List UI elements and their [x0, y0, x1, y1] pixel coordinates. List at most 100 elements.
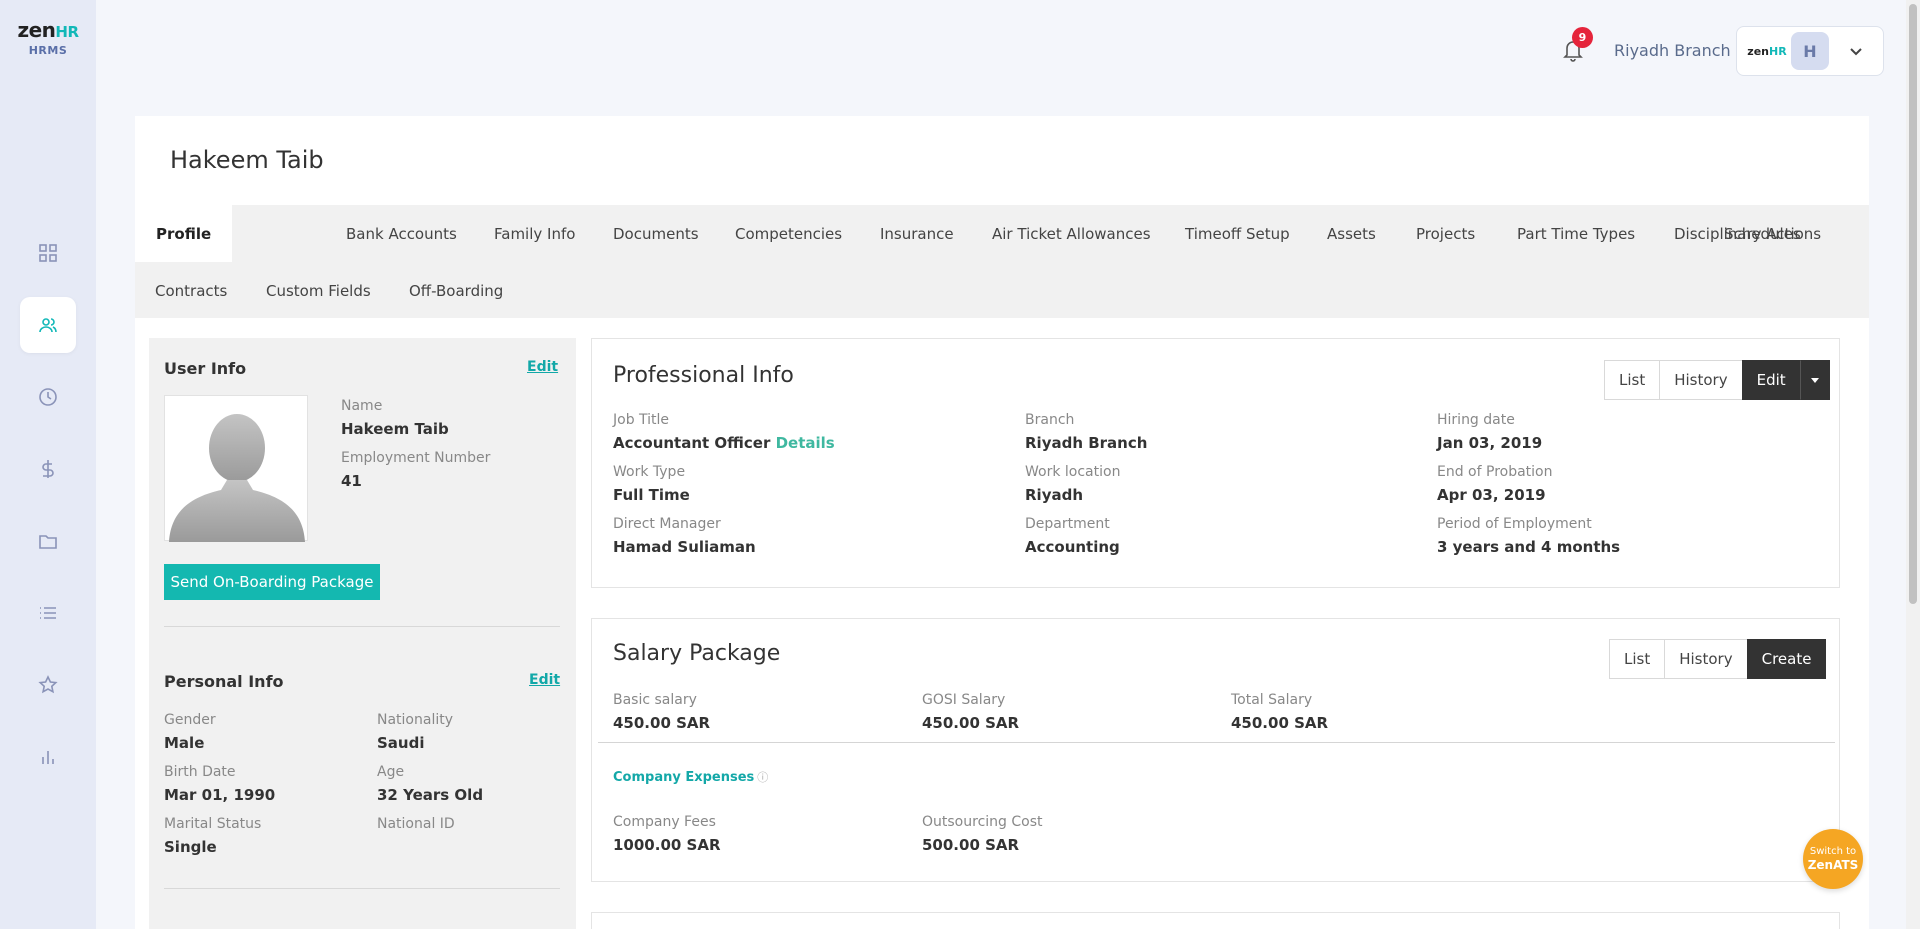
grid-icon — [39, 244, 57, 262]
marital-status-label: Marital Status — [164, 816, 262, 832]
direct-manager-label: Direct Manager — [613, 516, 721, 532]
total-salary-value: 450.00 SAR — [1231, 714, 1329, 732]
list-button[interactable]: List — [1609, 639, 1666, 679]
employment-number-label: Employment Number — [341, 450, 491, 466]
job-details-link[interactable]: Details — [776, 434, 835, 452]
logo-subtitle: HRMS — [28, 44, 68, 57]
switch-to-zenats-button[interactable]: Switch to ZenATS — [1803, 829, 1863, 889]
tab-insurance[interactable]: Insurance — [880, 205, 954, 262]
company-fees-label: Company Fees — [613, 814, 716, 830]
tab-custom-fields[interactable]: Custom Fields — [266, 262, 371, 319]
national-id-label: National ID — [377, 816, 455, 832]
history-button[interactable]: History — [1664, 639, 1748, 679]
tab-competencies[interactable]: Competencies — [735, 205, 842, 262]
page-title: Hakeem Taib — [170, 146, 324, 174]
users-icon — [39, 318, 57, 333]
list-button[interactable]: List — [1604, 360, 1661, 400]
account-switcher[interactable]: zen HR H — [1736, 26, 1884, 76]
star-icon — [38, 675, 58, 694]
edit-button[interactable]: Edit — [1741, 360, 1801, 400]
sidebar-item-attendance[interactable] — [20, 369, 76, 425]
fab-line1: Switch to — [1809, 846, 1857, 857]
tab-family-info[interactable]: Family Info — [494, 205, 575, 262]
name-value: Hakeem Taib — [341, 420, 449, 438]
edit-user-info-link[interactable]: Edit — [527, 359, 558, 375]
salary-package-actions: List History Create — [1609, 639, 1827, 679]
info-icon: ⓘ — [757, 771, 769, 784]
professional-info-title: Professional Info — [613, 363, 794, 388]
tab-assets[interactable]: Assets — [1327, 205, 1376, 262]
name-label: Name — [341, 398, 383, 414]
list-icon — [40, 607, 56, 619]
tab-schedules[interactable]: Schedules — [1724, 205, 1801, 262]
caret-down-icon — [1810, 377, 1819, 383]
divider — [598, 742, 1835, 743]
company-expenses-toggle[interactable]: Company Expenses ⓘ — [613, 769, 768, 785]
edit-personal-info-link[interactable]: Edit — [529, 672, 560, 688]
notification-count-badge: 9 — [1572, 27, 1593, 48]
tab-profile[interactable]: Profile — [135, 205, 233, 262]
outsourcing-cost-value: 500.00 SAR — [922, 836, 1020, 854]
job-title-value: Accountant Officer Details — [613, 434, 835, 452]
sidebar-item-performance[interactable] — [20, 657, 76, 713]
direct-manager-value: Hamad Suliaman — [613, 538, 756, 556]
edit-dropdown-toggle[interactable] — [1799, 360, 1830, 400]
divider — [164, 888, 560, 889]
page-scrollbar[interactable] — [1906, 0, 1920, 929]
personal-info-title: Personal Info — [164, 672, 284, 691]
tab-contracts[interactable]: Contracts — [155, 262, 227, 319]
sidebar-item-reports[interactable] — [20, 729, 76, 785]
basic-salary-value: 450.00 SAR — [613, 714, 711, 732]
salary-package-card: Salary Package List History Create Basic… — [591, 618, 1840, 882]
tab-part-time-types[interactable]: Part Time Types — [1517, 205, 1635, 262]
gosi-salary-label: GOSI Salary — [922, 692, 1006, 708]
outsourcing-cost-label: Outsourcing Cost — [922, 814, 1043, 830]
basic-salary-label: Basic salary — [613, 692, 697, 708]
work-type-value: Full Time — [613, 486, 690, 504]
fab-line2: ZenATS — [1807, 858, 1859, 872]
birth-date-value: Mar 01, 1990 — [164, 786, 276, 804]
next-card — [591, 912, 1840, 929]
job-title-label: Job Title — [613, 412, 670, 428]
end-of-probation-label: End of Probation — [1437, 464, 1553, 480]
work-location-value: Riyadh — [1025, 486, 1084, 504]
send-onboarding-button[interactable]: Send On-Boarding Package — [164, 564, 380, 600]
sidebar-item-documents[interactable] — [20, 513, 76, 569]
work-location-label: Work location — [1025, 464, 1121, 480]
sidebar-item-payroll[interactable] — [20, 441, 76, 497]
department-value: Accounting — [1025, 538, 1120, 556]
tab-timeoff-setup[interactable]: Timeoff Setup — [1185, 205, 1290, 262]
hiring-date-value: Jan 03, 2019 — [1437, 434, 1543, 452]
tab-bank-accounts[interactable]: Bank Accounts — [346, 205, 457, 262]
company-fees-value: 1000.00 SAR — [613, 836, 721, 854]
zenhr-logo[interactable]: zenHR HRMS — [12, 18, 84, 57]
profile-photo — [164, 395, 308, 542]
professional-info-actions: List History Edit — [1604, 360, 1830, 400]
age-value: 32 Years Old — [377, 786, 484, 804]
tab-off-boarding[interactable]: Off-Boarding — [409, 262, 503, 319]
nationality-label: Nationality — [377, 712, 454, 728]
create-button[interactable]: Create — [1746, 639, 1827, 679]
tab-projects[interactable]: Projects — [1416, 205, 1475, 262]
hiring-date-label: Hiring date — [1437, 412, 1515, 428]
branch-value: Riyadh Branch — [1025, 434, 1148, 452]
logo-text: zenHR — [17, 18, 79, 42]
branch-label: Branch — [1025, 412, 1075, 428]
sidebar-item-lists[interactable] — [20, 585, 76, 641]
sidebar: zenHR HRMS — [0, 0, 96, 929]
marital-status-value: Single — [164, 838, 217, 856]
avatar: H — [1791, 32, 1829, 70]
dollar-icon — [42, 460, 54, 478]
tab-documents[interactable]: Documents — [613, 205, 699, 262]
folder-icon — [39, 535, 57, 549]
gosi-salary-value: 450.00 SAR — [922, 714, 1020, 732]
sidebar-item-employees[interactable] — [20, 297, 76, 353]
tab-air-ticket-allowances[interactable]: Air Ticket Allowances — [992, 205, 1151, 262]
work-type-label: Work Type — [613, 464, 686, 480]
profile-tabs: Profile Bank Accounts Family Info Docume… — [135, 205, 1869, 318]
current-branch[interactable]: Riyadh Branch — [1614, 41, 1731, 60]
scrollbar-thumb[interactable] — [1909, 4, 1917, 604]
nationality-value: Saudi — [377, 734, 425, 752]
history-button[interactable]: History — [1659, 360, 1743, 400]
sidebar-item-dashboard[interactable] — [20, 225, 76, 281]
